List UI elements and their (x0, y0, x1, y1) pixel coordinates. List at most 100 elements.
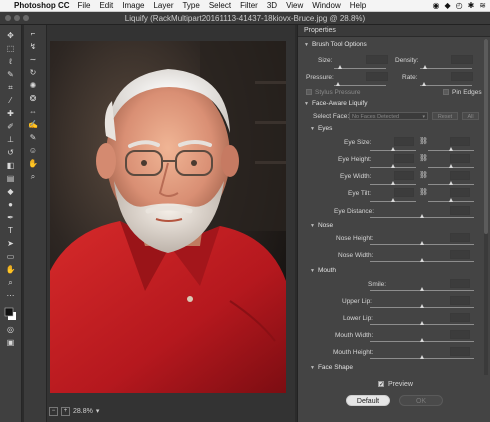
forward-warp-tool-icon[interactable]: ⌐ (26, 29, 40, 39)
nose-height-field[interactable] (450, 233, 470, 242)
app-name-menu[interactable]: Photoshop CC (14, 1, 70, 10)
push-left-tool-icon[interactable]: ⇔ (26, 107, 40, 117)
smile-field[interactable] (450, 279, 470, 288)
more-tools-icon[interactable]: ⋯ (3, 291, 18, 301)
pin-edges-checkbox[interactable] (443, 89, 449, 95)
eye-tilt-left-knob[interactable] (391, 198, 395, 202)
move-tool-icon[interactable]: ✥ (3, 31, 18, 41)
close-window-icon[interactable] (5, 15, 11, 21)
eye-size-right-field[interactable] (450, 137, 470, 146)
density-slider[interactable] (420, 68, 472, 69)
blur-tool-icon[interactable]: ◆ (3, 187, 18, 197)
menu-select[interactable]: Select (209, 1, 231, 10)
quick-select-tool-icon[interactable]: ✎ (3, 70, 18, 80)
brush-tool-options-header[interactable]: ▼ Brush Tool Options (304, 41, 367, 48)
clone-stamp-tool-icon[interactable]: ⊥ (3, 135, 18, 145)
eyedropper-tool-icon[interactable]: ⁄ (3, 96, 18, 106)
eyes-header[interactable]: ▼ Eyes (310, 125, 332, 132)
default-button[interactable]: Default (346, 395, 390, 406)
rate-slider-knob[interactable] (422, 82, 426, 86)
menu-file[interactable]: File (78, 1, 91, 10)
link-icon[interactable]: ⛓ (419, 137, 428, 145)
wifi-icon[interactable]: ≋ (479, 1, 486, 10)
eye-height-right-field[interactable] (450, 154, 470, 163)
link-icon[interactable]: ⛓ (419, 188, 428, 196)
menu-layer[interactable]: Layer (153, 1, 173, 10)
quick-mask-icon[interactable]: ◎ (3, 325, 18, 335)
dropbox-icon[interactable]: ◆ (444, 1, 450, 10)
reconstruct-tool-icon[interactable]: ↯ (26, 42, 40, 52)
face-tool-icon[interactable]: ☺ (26, 146, 40, 156)
link-icon[interactable]: ⛓ (419, 154, 428, 162)
size-field[interactable] (366, 55, 388, 64)
crop-tool-icon[interactable]: ⌗ (3, 83, 18, 93)
menu-view[interactable]: View (286, 1, 303, 10)
nose-width-knob[interactable] (420, 258, 424, 262)
panel-scrollbar[interactable] (484, 39, 488, 375)
rate-slider[interactable] (420, 85, 472, 86)
eye-width-right-knob[interactable] (449, 181, 453, 185)
rate-field[interactable] (451, 72, 473, 81)
preview-checkbox[interactable]: ✓ (378, 381, 384, 388)
marquee-tool-icon[interactable]: ⬚ (3, 44, 18, 54)
zoom-tool-icon[interactable]: ⌕ (26, 172, 40, 182)
nose-width-field[interactable] (450, 250, 470, 259)
lower-lip-knob[interactable] (420, 321, 424, 325)
history-brush-tool-icon[interactable]: ↺ (3, 148, 18, 158)
portrait-photo[interactable] (50, 41, 286, 393)
pen-tool-icon[interactable]: ✒ (3, 213, 18, 223)
ok-button[interactable]: OK (399, 395, 443, 406)
zoom-level[interactable]: 28.8% (73, 408, 93, 415)
path-select-tool-icon[interactable]: ➤ (3, 239, 18, 249)
upper-lip-field[interactable] (450, 296, 470, 305)
eye-size-right-knob[interactable] (449, 147, 453, 151)
link-icon[interactable]: ⛓ (419, 171, 428, 179)
eye-tilt-right-knob[interactable] (449, 198, 453, 202)
eye-tilt-right-field[interactable] (450, 188, 470, 197)
eye-distance-field[interactable] (450, 206, 470, 215)
smooth-tool-icon[interactable]: ∼ (26, 55, 40, 65)
bluetooth-icon[interactable]: ✱ (468, 1, 475, 10)
eye-size-left-field[interactable] (394, 137, 414, 146)
mouth-height-knob[interactable] (420, 355, 424, 359)
minimize-window-icon[interactable] (14, 15, 20, 21)
menu-edit[interactable]: Edit (99, 1, 113, 10)
mouth-height-field[interactable] (450, 347, 470, 356)
eraser-tool-icon[interactable]: ◧ (3, 161, 18, 171)
canvas-area[interactable] (47, 25, 295, 422)
menu-3d[interactable]: 3D (267, 1, 277, 10)
healing-brush-tool-icon[interactable]: ✚ (3, 109, 18, 119)
nose-header[interactable]: ▼ Nose (310, 222, 333, 229)
bloat-tool-icon[interactable]: ❂ (26, 94, 40, 104)
face-shape-header[interactable]: ▼ Face Shape (310, 364, 353, 371)
eye-distance-knob[interactable] (420, 214, 424, 218)
face-aware-liquify-header[interactable]: ▼ Face-Aware Liquify (304, 100, 367, 107)
nose-height-knob[interactable] (420, 241, 424, 245)
color-swatches-icon[interactable] (3, 307, 18, 320)
zoom-out-button[interactable]: − (49, 406, 58, 416)
shape-tool-icon[interactable]: ▭ (3, 252, 18, 262)
mouth-header[interactable]: ▼ Mouth (310, 267, 336, 274)
pucker-tool-icon[interactable]: ✺ (26, 81, 40, 91)
pressure-slider-knob[interactable] (336, 82, 340, 86)
eye-size-left-knob[interactable] (391, 147, 395, 151)
screen-mode-icon[interactable]: ▣ (3, 338, 18, 348)
lower-lip-field[interactable] (450, 313, 470, 322)
menu-help[interactable]: Help (350, 1, 366, 10)
scrollbar-thumb[interactable] (484, 39, 488, 234)
freeze-mask-tool-icon[interactable]: ✍ (26, 120, 40, 130)
density-field[interactable] (451, 55, 473, 64)
cc-icon[interactable]: ◉ (432, 1, 439, 10)
upper-lip-knob[interactable] (420, 304, 424, 308)
menu-image[interactable]: Image (122, 1, 144, 10)
menu-filter[interactable]: Filter (240, 1, 258, 10)
dodge-tool-icon[interactable]: ● (3, 200, 18, 210)
size-slider-knob[interactable] (338, 65, 342, 69)
brush-tool-icon[interactable]: ✐ (3, 122, 18, 132)
reset-button[interactable]: Reset (432, 112, 458, 120)
hand-tool-icon[interactable]: ✋ (3, 265, 18, 275)
pressure-field[interactable] (366, 72, 388, 81)
zoom-dropdown-icon[interactable]: ▾ (96, 407, 100, 415)
lasso-tool-icon[interactable]: ℓ (3, 57, 18, 67)
eye-height-left-field[interactable] (394, 154, 414, 163)
